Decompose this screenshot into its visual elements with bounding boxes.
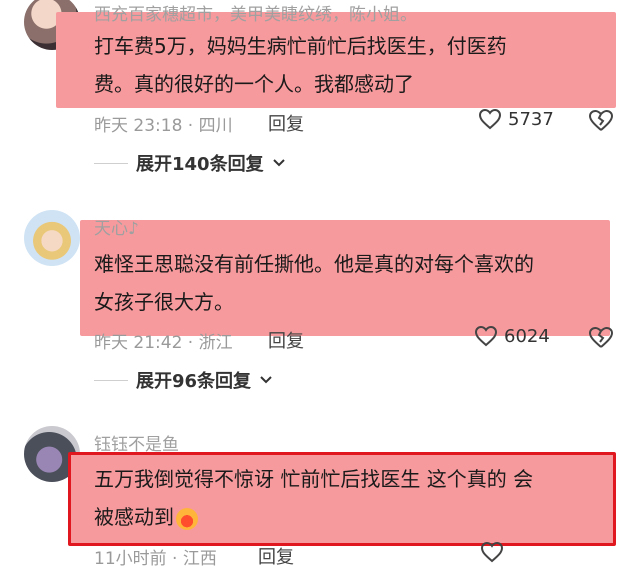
- like-button[interactable]: [480, 541, 504, 563]
- comment-text: 难怪王思聪没有前任撕他。他是真的对每个喜欢的 女孩子很大方。: [94, 245, 534, 321]
- chevron-down-icon: [272, 159, 285, 167]
- comment-text-line: 女孩子很大方。: [94, 290, 234, 314]
- divider-line: [94, 162, 128, 164]
- chevron-down-icon: [260, 376, 272, 384]
- comment-text-line: 打车费5万，妈妈生病忙前忙后找医生，付医药: [94, 34, 507, 58]
- like-button[interactable]: 5737: [478, 108, 554, 130]
- heart-icon: [480, 541, 504, 563]
- comment-text: 五万我倒觉得不惊讶 忙前忙后找医生 这个真的 会 被感动到: [94, 460, 533, 536]
- broken-heart-icon: [588, 326, 614, 348]
- expand-replies-label: 展开96条回复: [136, 371, 252, 392]
- dislike-button[interactable]: [588, 325, 614, 353]
- expand-replies-label: 展开140条回复: [136, 154, 264, 175]
- comment-text-line: 五万我倒觉得不惊讶 忙前忙后找医生 这个真的 会: [94, 467, 534, 491]
- comment-time-location: 昨天 21:42 · 浙江: [94, 333, 233, 353]
- dislike-button[interactable]: [588, 108, 614, 136]
- reply-button[interactable]: 回复: [258, 543, 294, 569]
- comment-text-line: 被感动到: [94, 498, 533, 536]
- divider-line: [94, 379, 128, 381]
- heart-icon: [478, 108, 502, 130]
- avatar[interactable]: [24, 210, 80, 266]
- comment-text-line: 难怪王思聪没有前任撕他。他是真的对每个喜欢的: [94, 252, 534, 276]
- comment-time-location: 昨天 23:18 · 四川: [94, 116, 233, 136]
- heart-icon: [474, 325, 498, 347]
- comment-text-line: 费。真的很好的一个人。我都感动了: [94, 72, 414, 96]
- comment-time-location: 11小时前 · 江西: [94, 549, 217, 569]
- comment-username[interactable]: 天心♪: [94, 214, 139, 239]
- comment-text-fragment: 被感动到: [94, 505, 174, 529]
- reply-button[interactable]: 回复: [268, 110, 304, 136]
- broken-heart-icon: [588, 109, 614, 131]
- like-button[interactable]: 6024: [474, 325, 550, 347]
- like-count: 5737: [508, 108, 554, 130]
- like-count: 6024: [504, 325, 550, 347]
- expand-replies-button[interactable]: 展开96条回复: [94, 367, 273, 393]
- comment-username[interactable]: 西充百家穗超市，美甲美睫纹绣，陈小姐。: [94, 0, 417, 25]
- expand-replies-button[interactable]: 展开140条回复: [94, 150, 286, 176]
- crying-laughing-emoji-icon: [176, 507, 198, 530]
- reply-button[interactable]: 回复: [268, 327, 304, 353]
- comment-text: 打车费5万，妈妈生病忙前忙后找医生，付医药 费。真的很好的一个人。我都感动了: [94, 27, 507, 103]
